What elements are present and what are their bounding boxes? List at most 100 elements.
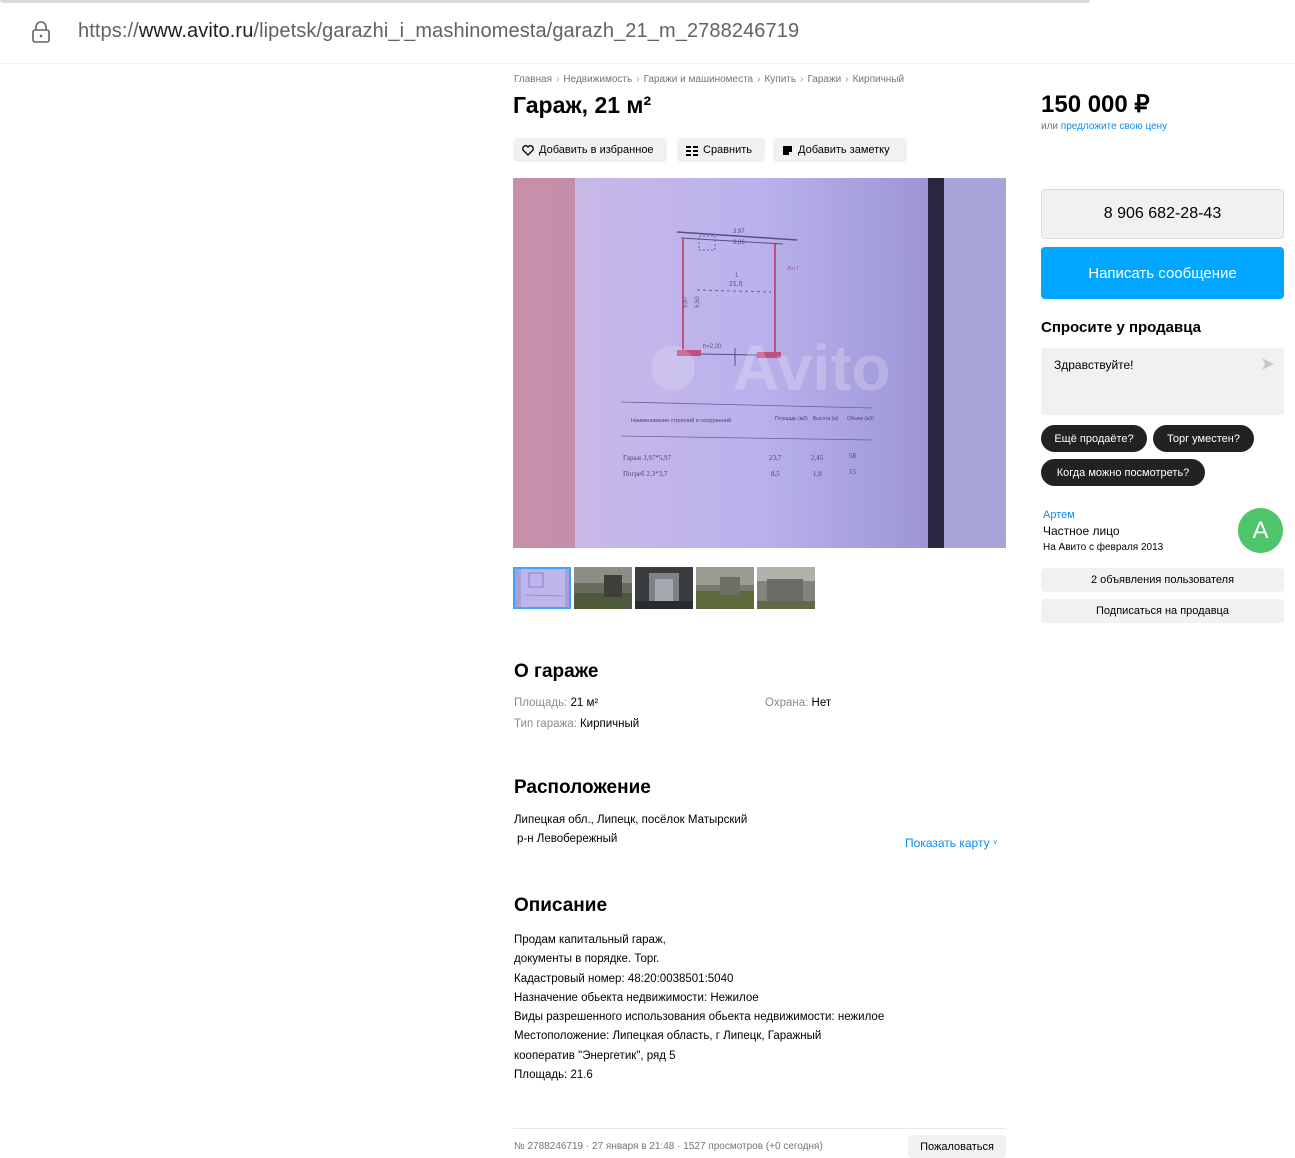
svg-text:15: 15 (849, 468, 857, 476)
url-path: /lipetsk/garazhi_i_mashinomesta/garazh_2… (253, 20, 800, 42)
price: 150 000 ₽ (1041, 91, 1150, 118)
param-label: Охрана: (765, 697, 809, 709)
subscribe-seller-button[interactable]: Подписаться на продавца (1041, 599, 1284, 623)
chevron-right-icon: › (757, 74, 761, 85)
svg-text:21,6: 21,6 (729, 281, 743, 288)
ask-seller-input[interactable]: Здравствуйте! (1041, 348, 1284, 415)
breadcrumb-item[interactable]: Недвижимость (563, 74, 632, 85)
avatar[interactable]: А (1238, 508, 1283, 553)
param-garage-type: Тип гаража: Кирпичный (514, 718, 639, 730)
thumbnail-2[interactable] (574, 567, 632, 609)
svg-text:Avito: Avito (733, 332, 891, 404)
svg-text:23,7: 23,7 (769, 454, 782, 462)
breadcrumb-item[interactable]: Кирпичный (853, 74, 904, 85)
write-message-button[interactable]: Написать сообщение (1041, 247, 1284, 299)
svg-text:Высота (м): Высота (м) (813, 416, 839, 422)
show-map-link[interactable]: Показать карту ˅ (905, 836, 998, 850)
report-button[interactable]: Пожаловаться (908, 1135, 1006, 1158)
chevron-right-icon: › (800, 74, 804, 85)
footer-divider (513, 1128, 1006, 1129)
floor-plan-photo: 3,97 3,86 1 21,6 h=2,20 Лит Г 5,87 5,50 … (513, 178, 1006, 548)
svg-text:1,8: 1,8 (813, 470, 822, 478)
offer-price-link[interactable]: предложите свою цену (1061, 121, 1167, 132)
svg-text:Лит Г: Лит Г (787, 266, 800, 272)
ask-seller-title: Спросите у продавца (1041, 319, 1201, 336)
send-icon[interactable] (1261, 357, 1275, 371)
param-label: Тип гаража: (514, 718, 577, 730)
param-value: Нет (811, 697, 832, 709)
svg-text:Наименование строений и сооруж: Наименование строений и сооружений (631, 417, 731, 424)
description-line: Кадастровый номер: 48:20:0038501:5040 (514, 972, 734, 985)
quick-reply-chip[interactable]: Когда можно посмотреть? (1041, 459, 1205, 486)
thumbnail-3[interactable] (635, 567, 693, 609)
lock-icon[interactable] (31, 21, 51, 43)
thumbnail-strip (513, 567, 815, 609)
thumbnail-image (635, 567, 693, 609)
location-section-title: Расположение (514, 777, 651, 798)
heart-icon (522, 144, 534, 156)
url-domain: www.avito.ru (138, 20, 254, 42)
breadcrumb-item[interactable]: Купить (764, 74, 796, 85)
thumbnail-4[interactable] (696, 567, 754, 609)
address-bar: https://www.avito.ru/lipetsk/garazhi_i_m… (0, 0, 1295, 64)
svg-text:58: 58 (849, 452, 857, 460)
description-line: Площадь: 21.6 (514, 1069, 593, 1082)
svg-text:8,5: 8,5 (771, 470, 780, 478)
ask-seller-text: Здравствуйте! (1054, 358, 1134, 372)
chevron-right-icon: › (556, 74, 560, 85)
seller-type: Частное лицо (1043, 524, 1120, 538)
seller-ads-button[interactable]: 2 объявления пользователя (1041, 568, 1284, 592)
note-icon (783, 145, 792, 155)
url-scheme: https:// (78, 20, 139, 42)
svg-text:h=2,20: h=2,20 (703, 344, 722, 350)
about-section-title: О гараже (514, 661, 599, 682)
url-field[interactable]: https://www.avito.ru/lipetsk/garazhi_i_m… (78, 20, 799, 43)
address: Липецкая обл., Липецк, посёлок Матырский (514, 814, 748, 826)
thumbnail-1[interactable] (513, 567, 571, 609)
svg-text:Площадь (м2): Площадь (м2) (775, 416, 808, 422)
district: р-н Левобережный (517, 833, 618, 845)
svg-text:Погреб 2,3*3,7: Погреб 2,3*3,7 (623, 470, 668, 478)
param-security: Охрана: Нет (765, 697, 831, 709)
description-line: Продам капитальный гараж, (514, 934, 666, 946)
main-photo[interactable]: 3,97 3,86 1 21,6 h=2,20 Лит Г 5,87 5,50 … (513, 178, 1006, 548)
description-line: документы в порядке. Торг. (514, 953, 660, 966)
chevron-down-icon: ˅ (992, 838, 998, 847)
svg-text:Гараж 3,97*5,97: Гараж 3,97*5,97 (623, 454, 672, 462)
page-title: Гараж, 21 м² (513, 92, 652, 118)
quick-reply-chip[interactable]: Ещё продаёте? (1041, 425, 1147, 452)
show-map-label: Показать карту (905, 836, 990, 850)
phone-button[interactable]: 8 906 682-28-43 (1041, 189, 1284, 239)
param-label: Площадь: (514, 697, 568, 709)
note-label: Добавить заметку (798, 144, 890, 156)
svg-text:5,50: 5,50 (695, 296, 701, 308)
listing-actions: Добавить в избранное Сравнить Добавить з… (513, 138, 907, 162)
svg-text:3,97: 3,97 (733, 229, 745, 235)
chevron-right-icon: › (845, 74, 849, 85)
tab-strip-edge (0, 0, 1090, 3)
description-line: Назначение обьекта недвижимости: Нежилое (514, 991, 759, 1004)
price-offer: или предложите свою цену (1041, 121, 1167, 132)
quick-reply-chip[interactable]: Торг уместен? (1153, 425, 1254, 452)
price-or: или (1041, 121, 1059, 132)
compare-label: Сравнить (703, 144, 753, 156)
seller-name-link[interactable]: Артем (1043, 509, 1075, 521)
description-line: кооператив "Энергетик", ряд 5 (514, 1049, 676, 1062)
thumbnail-5[interactable] (757, 567, 815, 609)
description-line: Местоположение: Липецкая область, г Липе… (514, 1030, 822, 1043)
chevron-right-icon: › (636, 74, 640, 85)
svg-text:Объем (м3): Объем (м3) (847, 416, 874, 422)
add-note-button[interactable]: Добавить заметку (773, 138, 907, 162)
breadcrumb-item[interactable]: Главная (514, 74, 552, 85)
param-value: 21 м² (570, 697, 599, 709)
listing-meta: № 2788246719 · 27 января в 21:48 · 1527 … (514, 1141, 823, 1152)
seller-since: На Авито с февраля 2013 (1043, 542, 1164, 553)
svg-text:2,45: 2,45 (811, 454, 824, 462)
param-value: Кирпичный (579, 718, 640, 730)
compare-button[interactable]: Сравнить (677, 138, 765, 162)
breadcrumb-item[interactable]: Гаражи (807, 74, 841, 85)
thumbnail-image (757, 567, 815, 609)
add-to-favorites-button[interactable]: Добавить в избранное (513, 138, 667, 162)
breadcrumb-item[interactable]: Гаражи и машиноместа (644, 74, 754, 85)
svg-text:5,87: 5,87 (683, 296, 689, 308)
